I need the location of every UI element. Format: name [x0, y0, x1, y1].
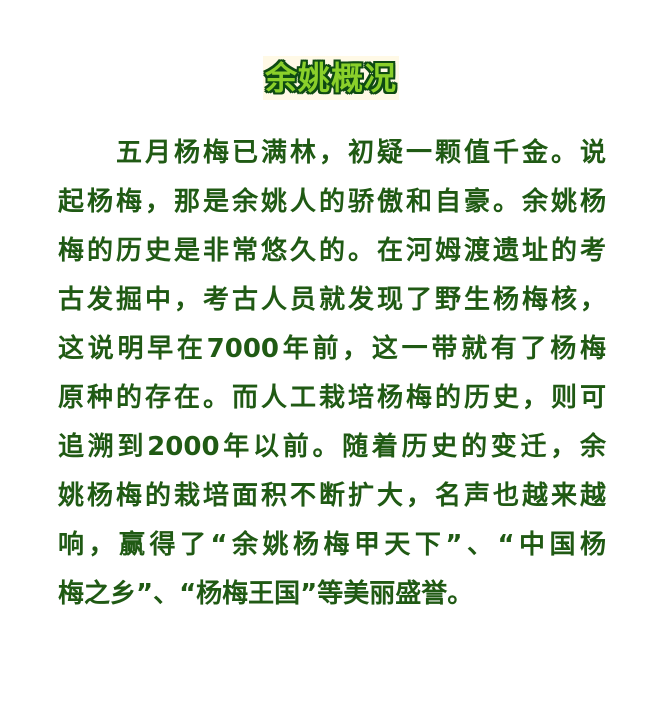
paragraph-line: 追溯到2000年以前。随着历史的变迁，余: [58, 432, 606, 462]
page-title: 余姚概况: [0, 56, 662, 100]
article-paragraph: 五月杨梅已满林，初疑一颗值千金。说 起杨梅，那是余姚人的骄傲和自豪。余姚杨 梅的…: [58, 129, 606, 619]
paragraph-line: 梅之乡”、“杨梅王国”等美丽盛誉。: [58, 579, 474, 609]
document-page: 余姚概况 五月杨梅已满林，初疑一颗值千金。说 起杨梅，那是余姚人的骄傲和自豪。余…: [0, 0, 662, 707]
paragraph-line: 五月杨梅已满林，初疑一颗值千金。说: [116, 138, 606, 168]
paragraph-line: 姚杨梅的栽培面积不断扩大，名声也越来越: [58, 481, 606, 511]
paragraph-line: 响，赢得了“余姚杨梅甲天下”、“中国杨: [58, 530, 606, 560]
paragraph-line: 这说明早在7000年前，这一带就有了杨梅: [58, 334, 606, 364]
paragraph-line: 起杨梅，那是余姚人的骄傲和自豪。余姚杨: [58, 187, 606, 217]
paragraph-line: 原种的存在。而人工栽培杨梅的历史，则可: [58, 383, 606, 413]
paragraph-line: 梅的历史是非常悠久的。在河姆渡遗址的考: [58, 236, 606, 266]
page-title-text: 余姚概况: [262, 56, 399, 100]
paragraph-line: 古发掘中，考古人员就发现了野生杨梅核，: [58, 285, 606, 315]
